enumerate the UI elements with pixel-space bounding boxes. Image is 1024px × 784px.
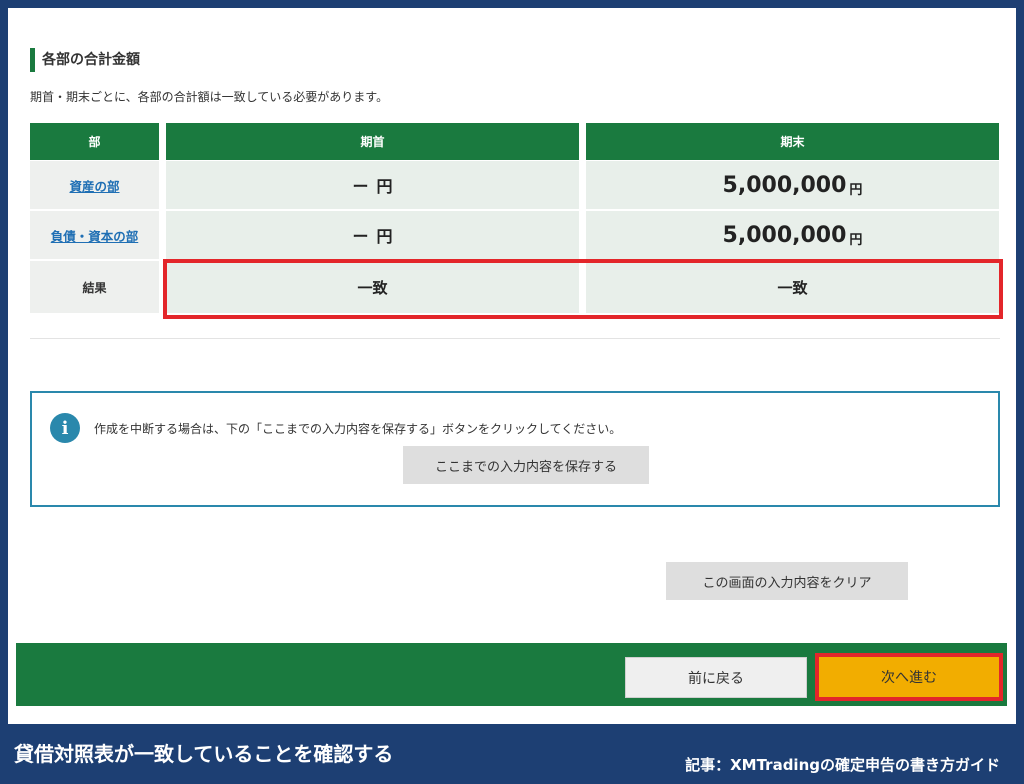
save-progress-button[interactable]: ここまでの入力内容を保存する <box>403 446 649 484</box>
result-start-status: 一致 <box>357 278 388 297</box>
form-panel: 各部の合計金額 期首・期末ごとに、各部の合計額は一致している必要があります。 部… <box>8 8 1016 724</box>
assets-start-value: ー 円 <box>166 161 579 209</box>
assets-end-unit: 円 <box>849 182 863 198</box>
result-start-value: 一致 <box>166 261 579 313</box>
result-end-value: 一致 <box>586 261 999 313</box>
info-icon: i <box>50 413 80 443</box>
back-button[interactable]: 前に戻る <box>625 657 807 698</box>
liabilities-start-amount: ー <box>352 227 369 246</box>
section-title: 各部の合計金額 <box>30 48 140 72</box>
next-button[interactable]: 次へ進む <box>815 653 1003 701</box>
caption-title: 貸借対照表が一致していることを確認する <box>14 742 394 766</box>
liabilities-link[interactable]: 負債・資本の部 <box>51 226 139 245</box>
row-label-liabilities: 負債・資本の部 <box>30 211 159 259</box>
divider <box>30 338 1000 339</box>
row-label-assets: 資産の部 <box>30 161 159 209</box>
assets-start-amount: ー <box>352 177 369 196</box>
result-end-status: 一致 <box>777 278 808 297</box>
header-period-end: 期末 <box>586 123 999 160</box>
section-description: 期首・期末ごとに、各部の合計額は一致している必要があります。 <box>30 90 389 104</box>
assets-end-amount: 5,000,000 <box>722 172 847 198</box>
liabilities-start-value: ー 円 <box>166 211 579 259</box>
row-label-result: 結果 <box>30 261 159 313</box>
header-period-start: 期首 <box>166 123 579 160</box>
liabilities-end-amount: 5,000,000 <box>722 222 847 248</box>
caption-credit: 記事：XMTradingの確定申告の書き方ガイド <box>685 756 1000 774</box>
assets-end-value: 5,000,000 円 <box>586 161 999 209</box>
liabilities-start-unit: 円 <box>376 227 393 246</box>
info-text: 作成を中断する場合は、下の「ここまでの入力内容を保存する」ボタンをクリックしてく… <box>94 422 622 436</box>
info-box: i 作成を中断する場合は、下の「ここまでの入力内容を保存する」ボタンをクリックし… <box>30 391 1000 507</box>
liabilities-end-value: 5,000,000 円 <box>586 211 999 259</box>
assets-start-unit: 円 <box>376 177 393 196</box>
header-section: 部 <box>30 123 159 160</box>
assets-link[interactable]: 資産の部 <box>69 176 119 195</box>
liabilities-end-unit: 円 <box>849 232 863 248</box>
clear-screen-button[interactable]: この画面の入力内容をクリア <box>666 562 908 600</box>
footer-nav-bar: 前に戻る 次へ進む <box>16 643 1007 706</box>
